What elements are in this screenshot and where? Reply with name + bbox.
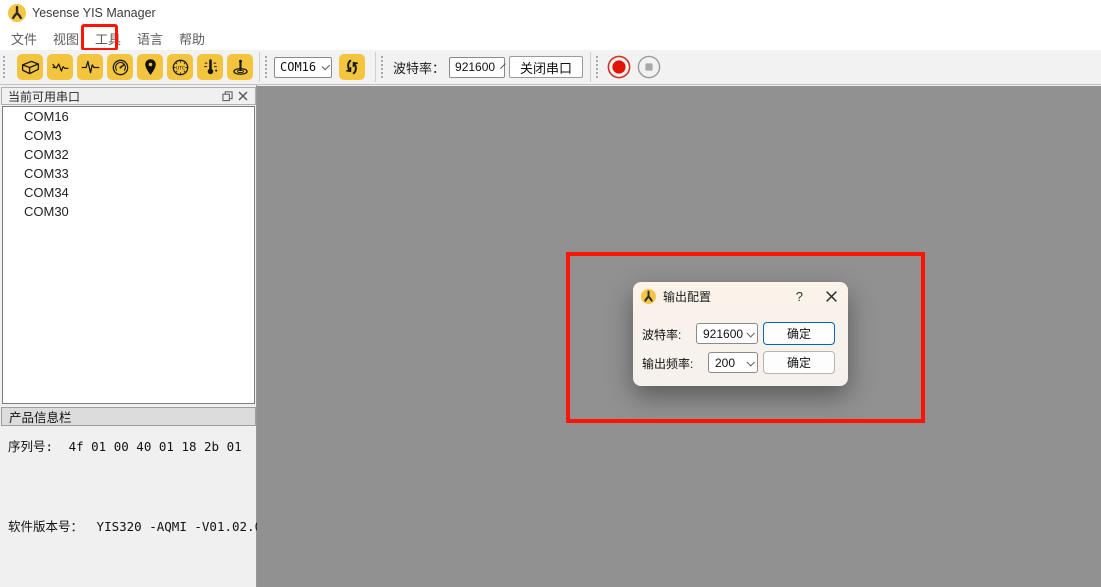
probe-icon[interactable]	[227, 54, 253, 80]
toolbar-grip[interactable]	[3, 56, 7, 78]
baud-confirm-button[interactable]: 确定	[763, 322, 835, 345]
menu-help[interactable]: 帮助	[178, 27, 206, 50]
available-ports-list: COM16 COM3 COM32 COM33 COM34 COM30	[2, 106, 255, 404]
menu-tools[interactable]: 工具	[94, 27, 122, 50]
dialog-help-button[interactable]: ?	[796, 289, 803, 304]
dialog-baud-value: 921600	[703, 327, 743, 341]
software-version-line: 软件版本号： YIS320 -AQMI -V01.02.03;	[8, 516, 277, 535]
toolbar-separator	[590, 52, 591, 82]
serial-number-value: 4f 01 00 40 01 18 2b 01	[69, 439, 242, 454]
baud-rate-value: 921600	[455, 60, 495, 74]
dialog-close-icon[interactable]	[825, 290, 838, 303]
software-version-value: YIS320 -AQMI -V01.02.03;	[97, 519, 278, 534]
pulse-waveform-icon[interactable]	[77, 54, 103, 80]
dialog-output-rate-label: 输出频率:	[642, 355, 693, 372]
list-item-port[interactable]: COM3	[3, 126, 254, 145]
utc-clock-icon[interactable]: UTC	[167, 54, 193, 80]
dialog-output-rate-value: 200	[715, 356, 735, 370]
toolbar-separator	[259, 52, 260, 82]
main-workspace: 输出配置 ? 波特率: 921600 确定 输出频率: 200	[257, 86, 1101, 587]
chevron-down-icon	[322, 61, 330, 69]
dialog-baud-label: 波特率:	[642, 326, 681, 343]
baud-rate-label: 波特率：	[393, 58, 445, 77]
dialog-output-rate-select[interactable]: 200	[708, 352, 758, 373]
output-rate-confirm-button[interactable]: 确定	[763, 351, 835, 374]
list-item-port[interactable]: COM30	[3, 202, 254, 221]
list-item-port[interactable]: COM33	[3, 164, 254, 183]
product-info-header: 产品信息栏	[1, 407, 256, 426]
dialog-baud-select[interactable]: 921600	[696, 323, 758, 344]
product-info-title: 产品信息栏	[9, 407, 72, 426]
baud-rate-row: 波特率: 921600 确定	[641, 323, 840, 345]
chevron-down-icon	[500, 63, 506, 69]
float-panel-icon[interactable]	[219, 89, 235, 103]
chevron-down-icon	[746, 329, 754, 337]
serial-number-label: 序列号:	[8, 439, 53, 454]
stop-button[interactable]	[636, 54, 662, 80]
software-version-label: 软件版本号：	[8, 519, 83, 534]
output-rate-row: 输出频率: 200 确定	[641, 352, 840, 374]
list-item-port[interactable]: COM34	[3, 183, 254, 202]
close-panel-icon[interactable]	[235, 89, 251, 103]
attitude-waveform-icon[interactable]	[47, 54, 73, 80]
yesense-logo-icon	[641, 289, 656, 304]
app-window: Yesense YIS Manager 文件 视图 工具 语言 帮助 UTC	[0, 0, 1101, 587]
list-item-port[interactable]: COM32	[3, 145, 254, 164]
ports-panel-header: 当前可用串口	[1, 87, 256, 105]
menu-bar: 文件 视图 工具 语言 帮助	[0, 26, 1101, 50]
refresh-ports-button[interactable]	[339, 54, 365, 80]
toolbar-grip[interactable]	[381, 56, 385, 78]
menu-view[interactable]: 视图	[52, 27, 80, 50]
thermometer-icon[interactable]	[197, 54, 223, 80]
toolbar: UTC COM16 波特率： 921600 关闭串口	[0, 50, 1101, 85]
close-serial-port-button[interactable]: 关闭串口	[509, 56, 583, 78]
port-select-value: COM16	[280, 60, 316, 74]
dialog-title-bar: 输出配置 ?	[633, 282, 848, 310]
toolbar-separator	[375, 52, 376, 82]
record-button[interactable]	[606, 54, 632, 80]
list-item-port[interactable]: COM16	[3, 107, 254, 126]
output-config-dialog: 输出配置 ? 波特率: 921600 确定 输出频率: 200	[633, 282, 848, 386]
port-select[interactable]: COM16	[274, 57, 332, 78]
serial-number-line: 序列号: 4f 01 00 40 01 18 2b 01	[8, 436, 242, 455]
dialog-title: 输出配置	[663, 288, 796, 305]
menu-language[interactable]: 语言	[136, 27, 164, 50]
title-bar: Yesense YIS Manager	[0, 0, 1101, 26]
window-title: Yesense YIS Manager	[32, 6, 156, 20]
toolbar-grip[interactable]	[596, 56, 600, 78]
gauge-icon[interactable]	[107, 54, 133, 80]
menu-file[interactable]: 文件	[10, 27, 38, 50]
cube-3d-icon[interactable]	[17, 54, 43, 80]
baud-rate-select[interactable]: 921600	[449, 57, 505, 78]
location-pin-icon[interactable]	[137, 54, 163, 80]
ports-panel-title: 当前可用串口	[8, 88, 219, 105]
yesense-logo-icon	[8, 4, 26, 22]
chevron-down-icon	[746, 358, 754, 366]
svg-text:UTC: UTC	[175, 65, 185, 71]
toolbar-grip[interactable]	[265, 56, 269, 78]
